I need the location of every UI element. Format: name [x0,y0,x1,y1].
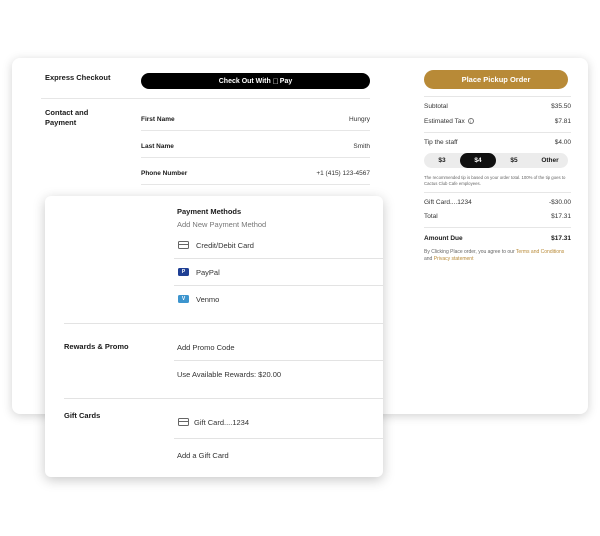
divider [41,98,370,99]
express-checkout-label: Express Checkout [45,73,111,82]
terms-prefix: By Clicking Place order, you agree to ou… [424,249,515,255]
use-rewards[interactable]: Use Available Rewards: $20.00 [177,370,281,379]
tip-note: The recommended tip is based on your ord… [424,175,566,186]
tip-value: $4.00 [554,139,571,146]
subtotal-row: Subtotal $35.50 [424,103,571,110]
tip-label: Tip the staff [424,139,458,146]
tax-value: $7.81 [554,118,571,125]
last-name-value[interactable]: Smith [270,143,370,150]
gift-cards-label: Gift Cards [64,411,101,420]
first-name-value[interactable]: Hungry [270,116,370,123]
gift-card-label: Gift Card....1234 [424,199,472,206]
rewards-promo-label: Rewards & Promo [64,342,129,351]
subtotal-label: Subtotal [424,103,448,110]
payment-methods-title: Payment Methods [177,207,242,216]
phone-number-label: Phone Number [141,170,188,177]
venmo-label: Venmo [196,295,220,304]
tax-label: Estimated Tax [424,118,465,125]
divider [141,130,370,131]
add-payment-method-label: Add New Payment Method [177,220,267,229]
gift-card-label: Gift Card....1234 [194,418,250,427]
payment-options-card: Payment Methods Add New Payment Method C… [45,196,383,477]
gift-card-icon [178,418,189,426]
terms-text: By Clicking Place order, you agree to ou… [424,249,572,262]
divider [424,132,571,133]
apple-pay-label: Check Out With [218,77,271,85]
apple-pay-button[interactable]: Check Out With  Pay [141,73,370,89]
amount-due-label: Amount Due [424,235,463,242]
gift-card-value: -$30.00 [548,199,571,206]
gift-card-row: Gift Card....1234 -$30.00 [424,199,571,206]
divider [64,398,383,399]
contact-payment-label: Contact and Payment [45,108,89,127]
divider [174,258,383,259]
tip-option-other[interactable]: Other [532,153,568,168]
last-name-label: Last Name [141,143,174,150]
phone-number-value[interactable]: +1 (415) 123-4567 [270,170,370,177]
total-row: Total $17.31 [424,213,571,220]
amount-due-row: Amount Due $17.31 [424,235,571,242]
divider [174,285,383,286]
first-name-label: First Name [141,116,175,123]
info-icon[interactable]: i [467,118,474,125]
tip-option-4[interactable]: $4 [460,153,496,168]
venmo-icon: V [178,295,189,303]
tip-selector: $3 $4 $5 Other [424,153,568,168]
credit-card-label: Credit/Debit Card [196,241,254,250]
divider [141,157,370,158]
terms-link[interactable]: Terms and Conditions [516,249,564,255]
divider [424,96,571,97]
divider [424,227,571,228]
privacy-link[interactable]: Privacy statement [434,256,474,262]
divider [174,360,383,361]
paypal-label: PayPal [196,268,220,277]
total-value: $17.31 [551,213,571,220]
apple-pay-suffix: Pay [276,77,292,85]
credit-card-icon [178,241,189,249]
apple-icon:  [273,77,279,86]
place-pickup-order-button[interactable]: Place Pickup Order [424,70,568,89]
terms-and: and [424,255,433,262]
divider [64,323,383,324]
subtotal-value: $35.50 [551,103,571,110]
divider [424,192,571,193]
add-promo-code[interactable]: Add Promo Code [177,343,235,352]
add-gift-card[interactable]: Add a Gift Card [177,451,229,460]
paypal-icon: P [178,268,189,276]
divider [174,438,383,439]
tax-row: Estimated Tax i $7.81 [424,118,571,125]
total-label: Total [424,213,438,220]
tip-row: Tip the staff $4.00 [424,139,571,146]
amount-due-value: $17.31 [551,235,571,242]
divider [141,184,370,185]
tip-option-3[interactable]: $3 [424,153,460,168]
tip-option-5[interactable]: $5 [496,153,532,168]
